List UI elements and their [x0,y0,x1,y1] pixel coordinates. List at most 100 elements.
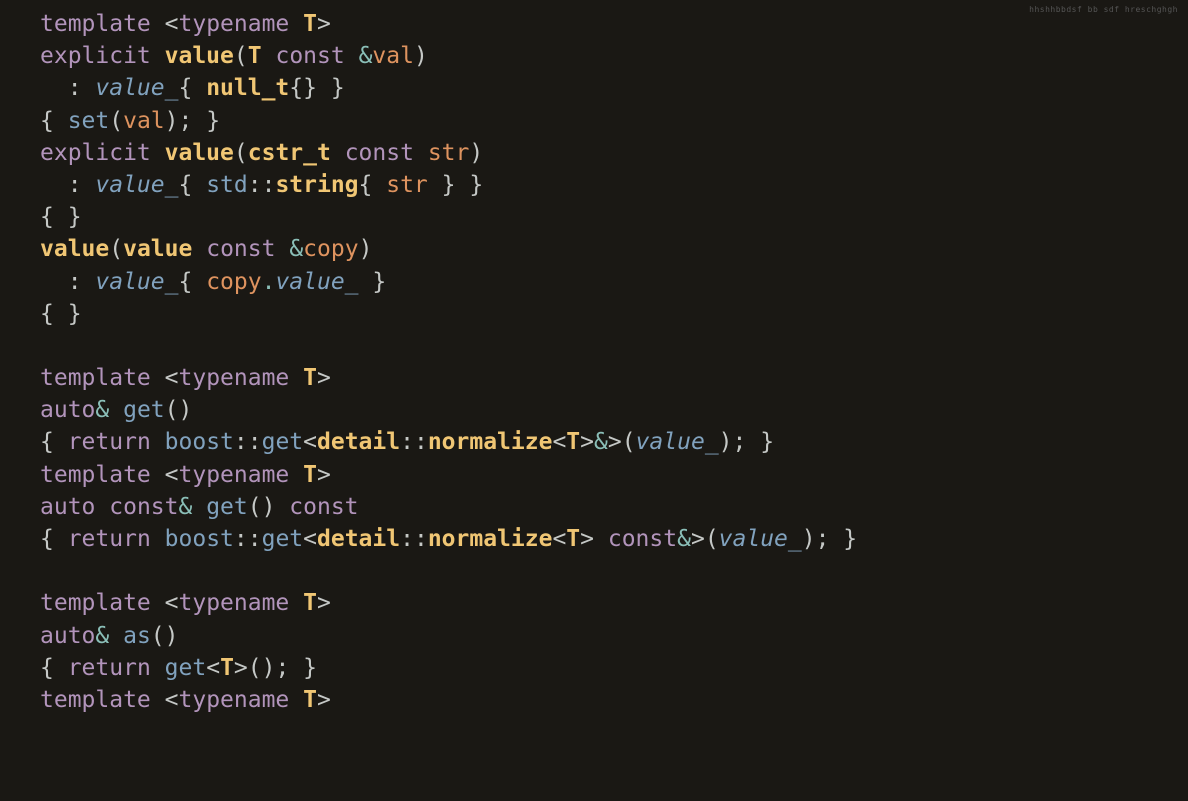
code-token: :: [234,526,262,552]
code-token: ( [234,43,248,69]
code-token: > [317,590,331,616]
code-token: & [677,526,691,552]
code-token: set [68,108,110,134]
code-token: { [40,526,68,552]
code-token: value_ [95,75,178,101]
code-token [151,43,165,69]
code-line: : value_{ null_t{} } [40,75,345,101]
code-token: str [428,140,470,166]
code-token: < [165,11,179,37]
code-line: value(value const &copy) [40,236,372,262]
code-token: typename [179,11,290,37]
code-token: as [123,623,151,649]
code-token [151,429,165,455]
code-token [414,140,428,166]
code-token: const [289,494,358,520]
code-token: template [40,687,151,713]
code-token: T [566,526,580,552]
code-token: return [68,526,151,552]
code-token: & [275,236,303,262]
code-token: get [206,494,248,520]
code-token: ); } [802,526,857,552]
code-token: < [303,526,317,552]
code-token: return [68,655,151,681]
code-token: ) [414,43,428,69]
code-token: value [40,236,109,262]
code-token: ( [234,140,248,166]
code-token [151,140,165,166]
code-token: < [206,655,220,681]
code-token: > [580,429,594,455]
code-line: template <typename T> [40,365,331,391]
code-token: :: [234,429,262,455]
code-line: auto& get() [40,397,192,423]
code-token: const [608,526,677,552]
code-token: ) [469,140,483,166]
code-token: value_ [95,269,178,295]
code-token: auto [40,623,95,649]
code-token: const [275,43,344,69]
code-token: template [40,590,151,616]
code-token: > [317,11,331,37]
code-token [331,140,345,166]
code-token: typename [179,365,290,391]
code-token: { [178,75,206,101]
watermark-text: hhshhbbdsf bb sdf hreschghgh [1029,4,1178,15]
code-token: ) [359,236,373,262]
code-token: < [165,687,179,713]
code-token: typename [179,462,290,488]
code-token: > [317,462,331,488]
code-token: T [303,365,317,391]
code-token: >(); } [234,655,317,681]
code-line: { return boost::get<detail::normalize<T>… [40,526,857,552]
code-token: const [206,236,275,262]
code-token: auto [40,397,95,423]
code-token: const [345,140,414,166]
code-token: null_t [206,75,289,101]
code-token: < [552,429,566,455]
code-token: & [345,43,373,69]
code-token: :: [400,526,428,552]
code-token [289,11,303,37]
code-token: return [68,429,151,455]
code-token [192,236,206,262]
code-line: { } [40,301,82,327]
code-token: : [40,269,95,295]
code-token: < [165,365,179,391]
code-token: val [372,43,414,69]
code-token [289,365,303,391]
code-token: boost [165,429,234,455]
code-token: { } [40,204,82,230]
code-line: explicit value(T const &val) [40,43,428,69]
code-line: { } [40,204,82,230]
code-token: T [566,429,580,455]
code-token: T [303,687,317,713]
code-token: { [359,172,387,198]
code-token: & [95,397,123,423]
code-token: } } [428,172,483,198]
code-token: : [40,75,95,101]
code-token: < [552,526,566,552]
code-token: value [123,236,192,262]
code-token: & [95,623,123,649]
code-line: auto const& get() const [40,494,359,520]
code-token: T [303,462,317,488]
code-token: < [165,590,179,616]
code-token: boost [165,526,234,552]
code-line: : value_{ copy.value_ } [40,269,386,295]
code-token: copy [303,236,358,262]
code-token: ); } [165,108,220,134]
code-token: . [262,269,276,295]
code-token: get [123,397,165,423]
code-token: typename [179,687,290,713]
code-token: const [109,494,178,520]
code-token: value [165,140,234,166]
code-token: explicit [40,140,151,166]
code-token [151,526,165,552]
code-token: { [178,269,206,295]
code-token: () [151,623,179,649]
code-token: { } [40,301,82,327]
code-line: { set(val); } [40,108,220,134]
code-token: :: [248,172,276,198]
code-token: { [178,172,206,198]
